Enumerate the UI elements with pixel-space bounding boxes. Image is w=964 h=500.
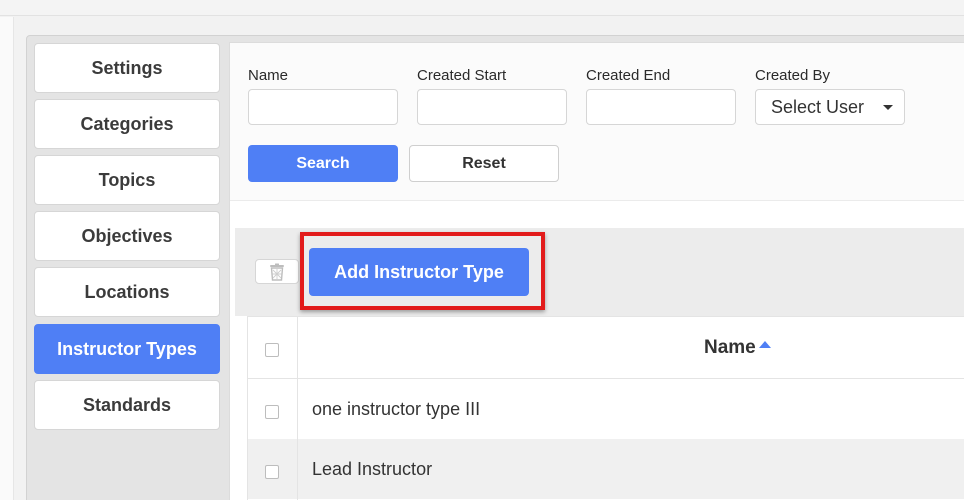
sidebar-item-topics[interactable]: Topics [34, 155, 220, 205]
name-filter-input[interactable] [248, 89, 398, 125]
top-bar [0, 0, 964, 16]
table-row[interactable]: one instructor type III [248, 379, 964, 439]
main-content: Name Created Start Created End Created B… [229, 42, 964, 500]
name-header-label: Name [704, 337, 756, 358]
row-checkbox[interactable] [265, 405, 279, 419]
name-filter-label: Name [248, 67, 289, 84]
sidebar-item-settings[interactable]: Settings [34, 43, 220, 93]
reset-button[interactable]: Reset [409, 145, 559, 182]
sidebar-item-standards[interactable]: Standards [34, 380, 220, 430]
created-by-selected-value: Select User [771, 96, 865, 117]
sidebar-item-categories[interactable]: Categories [34, 99, 220, 149]
delete-button[interactable] [255, 259, 299, 284]
row-checkbox[interactable] [265, 465, 279, 479]
search-button[interactable]: Search [248, 145, 398, 182]
sidebar-item-locations[interactable]: Locations [34, 267, 220, 317]
trash-icon [270, 263, 284, 281]
table-header-row: Name [248, 317, 964, 379]
row-name-cell: Lead Instructor [312, 459, 433, 479]
created-start-label: Created Start [417, 67, 507, 84]
table-row[interactable]: Lead Instructor [248, 439, 964, 499]
created-by-label: Created By [755, 67, 831, 84]
row-name-cell: one instructor type III [312, 399, 481, 419]
filter-form: Name Created Start Created End Created B… [230, 43, 964, 201]
name-column-header[interactable]: Name [704, 337, 771, 359]
table-toolbar: Add Instructor Type [235, 228, 964, 316]
sort-ascending-icon [758, 340, 771, 348]
created-start-input[interactable] [417, 89, 567, 125]
instructor-types-table: Name one instructor type III Lead Instru… [247, 316, 964, 500]
select-all-checkbox[interactable] [265, 343, 279, 357]
created-end-label: Created End [586, 67, 671, 84]
left-strip [0, 17, 14, 500]
column-divider [297, 317, 298, 500]
chevron-down-icon [883, 105, 893, 110]
add-instructor-type-button[interactable]: Add Instructor Type [309, 248, 529, 296]
sidebar-item-instructor-types[interactable]: Instructor Types [34, 324, 220, 374]
created-by-select[interactable]: Select User [755, 89, 905, 125]
created-end-input[interactable] [586, 89, 736, 125]
sidebar-item-objectives[interactable]: Objectives [34, 211, 220, 261]
